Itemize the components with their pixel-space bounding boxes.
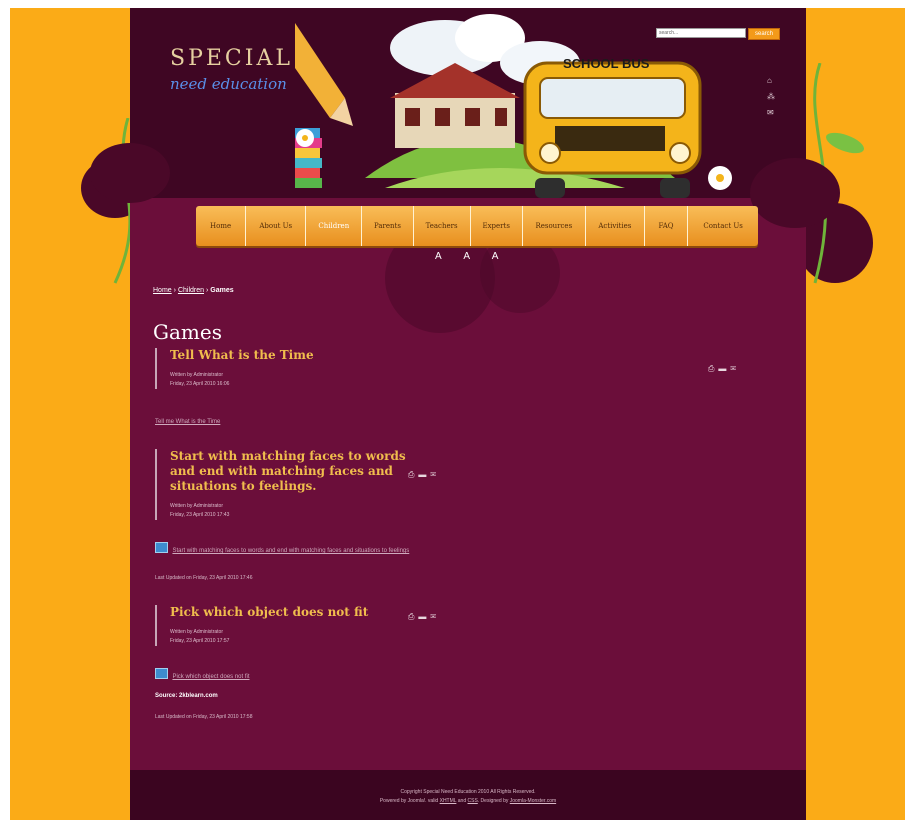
site-container: SCHOOL BUS SPECIAL need education search… [90, 8, 840, 820]
copyright-text: Copyright Special Need Education 2010 Al… [400, 789, 536, 795]
logo-title[interactable]: SPECIAL [170, 46, 293, 71]
designed-by: . Designed by [477, 798, 510, 804]
article-date: Friday, 23 April 2010 17:43 [170, 512, 230, 518]
font-size-controls[interactable]: A A A [435, 251, 508, 262]
source-text: Source: 2kblearn.com [155, 693, 218, 699]
article-title[interactable]: Tell What is the Time [170, 348, 330, 363]
logo-subtitle: need education [170, 75, 287, 93]
nav-item-home[interactable]: Home [196, 206, 247, 246]
breadcrumb-home[interactable]: Home [153, 287, 172, 294]
article-date: Friday, 23 April 2010 16:06 [170, 381, 230, 387]
article-action-icons: ⎙▬✉ [408, 470, 440, 480]
breadcrumb-current: Games [210, 287, 234, 294]
pdf-icon[interactable]: ⎙ [708, 364, 718, 373]
nav-item-teachers[interactable]: Teachers [414, 206, 471, 246]
breadcrumb-children[interactable]: Children [178, 287, 204, 294]
page-title: Games [153, 320, 222, 344]
powered-prefix: Powered by Joomla!. valid [379, 798, 440, 804]
thumbnail-icon [155, 668, 168, 680]
search-button[interactable]: search [748, 28, 780, 40]
breadcrumb-separator: › [173, 287, 176, 294]
email-icon[interactable]: ✉ [430, 612, 440, 621]
pdf-icon[interactable]: ⎙ [408, 470, 418, 479]
pdf-icon[interactable]: ⎙ [408, 612, 418, 621]
contact-icon[interactable]: ✉ [767, 108, 774, 117]
print-icon[interactable]: ▬ [418, 612, 430, 621]
nav-item-resources[interactable]: Resources [523, 206, 586, 246]
article: Tell What is the Time Written by Adminis… [155, 348, 330, 389]
footer-and: and [456, 798, 468, 804]
nav-item-activities[interactable]: Activities [586, 206, 645, 246]
sitemap-icon[interactable]: ⁂ [767, 92, 775, 101]
article: Pick which object does not fit Written b… [155, 605, 410, 646]
nav-item-parents[interactable]: Parents [362, 206, 414, 246]
article-title[interactable]: Start with matching faces to words and e… [170, 449, 410, 494]
article-author: Written by Administrator [170, 372, 223, 378]
print-icon[interactable]: ▬ [418, 470, 430, 479]
article-author: Written by Administrator [170, 503, 223, 509]
nav-item-children[interactable]: Children [306, 206, 363, 246]
last-updated: Last Updated on Friday, 23 April 2010 17… [155, 575, 253, 581]
article-image-link: Start with matching faces to words and e… [155, 539, 455, 557]
article-title[interactable]: Pick which object does not fit [170, 605, 410, 620]
last-updated: Last Updated on Friday, 23 April 2010 17… [155, 714, 253, 720]
breadcrumb: Home › Children › Games [153, 287, 234, 294]
search-form: search... search [656, 28, 780, 40]
nav-item-experts[interactable]: Experts [471, 206, 523, 246]
email-icon[interactable]: ✉ [430, 470, 440, 479]
bus-sign: SCHOOL BUS [563, 56, 650, 71]
nav-item-contact-us[interactable]: Contact Us [688, 206, 758, 246]
email-icon[interactable]: ✉ [730, 364, 740, 373]
article-action-icons: ⎙▬✉ [408, 612, 440, 622]
search-input[interactable]: search... [656, 28, 746, 38]
article: Start with matching faces to words and e… [155, 449, 410, 520]
print-icon[interactable]: ▬ [718, 364, 730, 373]
article-action-icons: ⎙▬✉ [708, 364, 740, 374]
powered-by: Powered by Joomla!. valid XHTML and CSS.… [130, 798, 806, 804]
thumbnail-icon [155, 542, 168, 554]
footer: Copyright Special Need Education 2010 Al… [130, 770, 806, 820]
nav-item-faq[interactable]: FAQ [645, 206, 689, 246]
article-date: Friday, 23 April 2010 17:57 [170, 638, 230, 644]
page-background: SCHOOL BUS SPECIAL need education search… [10, 8, 905, 820]
article-link[interactable]: Tell me What is the Time [155, 419, 220, 425]
article-image-link: Pick which object does not fit [155, 665, 250, 683]
header: SCHOOL BUS SPECIAL need education search… [90, 8, 840, 228]
cloud-decoration [750, 158, 840, 228]
breadcrumb-separator: › [205, 287, 209, 294]
article-author: Written by Administrator [170, 629, 223, 635]
designer-link[interactable]: Joomla-Monster.com [510, 798, 556, 804]
nav-item-about-us[interactable]: About Us [246, 206, 307, 246]
article-link[interactable]: Pick which object does not fit [172, 674, 249, 680]
xhtml-link[interactable]: XHTML [440, 798, 457, 804]
article-link[interactable]: Start with matching faces to words and e… [172, 548, 409, 554]
cloud-decoration [90, 143, 170, 203]
css-link[interactable]: CSS [468, 798, 478, 804]
main-navigation: Home About Us Children Parents Teachers … [196, 206, 758, 246]
home-icon[interactable]: ⌂ [767, 76, 772, 85]
